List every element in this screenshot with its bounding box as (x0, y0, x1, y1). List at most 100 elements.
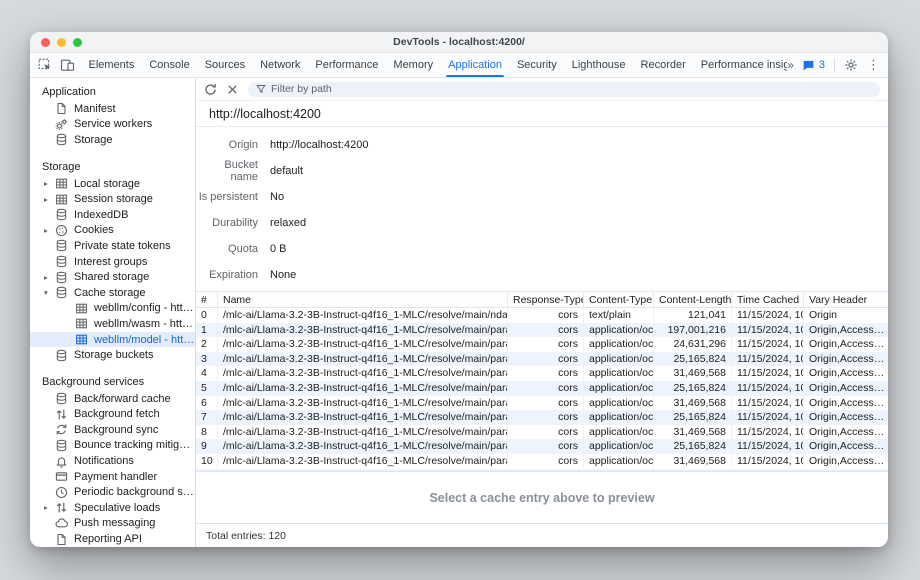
sidebar-item-indexeddb[interactable]: IndexedDB (30, 207, 195, 223)
sidebar-item-webllm-config[interactable]: webllm/config - http://loc… (30, 301, 195, 317)
sidebar-item-webllm-wasm[interactable]: webllm/wasm - http://loca… (30, 316, 195, 332)
sidebar-item-periodic-background-sync[interactable]: Periodic background sync (30, 484, 195, 500)
more-tabs-icon[interactable]: » (787, 58, 793, 72)
column-header-time-cached[interactable]: Time Cached (732, 292, 804, 307)
metadata-label: Expiration (196, 269, 258, 281)
tab-sources[interactable]: Sources (197, 53, 252, 77)
sidebar-item-background-sync[interactable]: Background sync (30, 422, 195, 438)
cell-time-cached: 11/15/2024, 10… (732, 308, 804, 323)
sidebar-item-background-fetch[interactable]: Background fetch (30, 407, 195, 423)
chevron-right-icon[interactable]: ▸ (44, 503, 55, 512)
chevron-right-icon[interactable]: ▸ (44, 273, 55, 282)
device-toolbar-icon[interactable] (60, 58, 75, 73)
sync-icon (55, 423, 68, 436)
sidebar-item-label: Storage (74, 134, 113, 146)
filter-by-path-input[interactable] (271, 83, 872, 95)
message-bubble-icon (802, 59, 815, 72)
tab-performance-insights[interactable]: Performance insights (693, 53, 787, 77)
column-header-vary-header[interactable]: Vary Header (804, 292, 888, 307)
tab-label: Performance insights (701, 59, 787, 71)
sidebar-item-cache-storage[interactable]: ▾Cache storage (30, 285, 195, 301)
chevron-down-icon[interactable]: ▾ (44, 288, 55, 297)
sidebar-item-payment-handler[interactable]: Payment handler (30, 469, 195, 485)
sidebar-item-notifications[interactable]: Notifications (30, 453, 195, 469)
sidebar-item-cookies[interactable]: ▸Cookies (30, 223, 195, 239)
sidebar-section-background-services: Background servicesBack/forward cacheBac… (30, 374, 195, 547)
sidebar-item-storage-buckets[interactable]: Storage buckets (30, 347, 195, 363)
sidebar-item-webllm-model[interactable]: webllm/model - http://loc… (30, 332, 195, 348)
table-row[interactable]: 5/mlc-ai/Llama-3.2-3B-Instruct-q4f16_1-M… (196, 381, 888, 396)
minimize-window-button[interactable] (57, 38, 66, 47)
kebab-menu-icon[interactable]: ⋮ (867, 57, 880, 73)
sidebar-item-speculative-loads[interactable]: ▸ Speculative loads (30, 500, 195, 516)
refresh-icon[interactable] (204, 83, 217, 96)
metadata-label: Origin (196, 139, 258, 151)
tab-performance[interactable]: Performance (308, 53, 386, 77)
sidebar-item-storage[interactable]: Storage (30, 132, 195, 148)
close-window-button[interactable] (41, 38, 50, 47)
tab-lighthouse[interactable]: Lighthouse (564, 53, 633, 77)
table-row[interactable]: 3/mlc-ai/Llama-3.2-3B-Instruct-q4f16_1-M… (196, 352, 888, 367)
inspect-element-icon[interactable] (38, 58, 53, 73)
zoom-window-button[interactable] (73, 38, 82, 47)
sidebar-item-service-workers[interactable]: Service workers (30, 117, 195, 133)
column-header-response-type[interactable]: Response-Type (508, 292, 584, 307)
clock-icon (55, 486, 68, 499)
table-row[interactable]: 9/mlc-ai/Llama-3.2-3B-Instruct-q4f16_1-M… (196, 439, 888, 454)
table-row[interactable]: 10/mlc-ai/Llama-3.2-3B-Instruct-q4f16_1-… (196, 454, 888, 469)
column-header-content-type[interactable]: Content-Type (584, 292, 654, 307)
sidebar-item-label: Session storage (74, 193, 153, 205)
chevron-right-icon[interactable]: ▸ (44, 179, 55, 188)
table-row[interactable]: 6/mlc-ai/Llama-3.2-3B-Instruct-q4f16_1-M… (196, 396, 888, 411)
origin-section-header: http://localhost:4200 (196, 101, 888, 127)
cell-content-type: text/plain (584, 308, 654, 323)
tab-memory[interactable]: Memory (386, 53, 441, 77)
tab-console[interactable]: Console (142, 53, 197, 77)
sidebar-item-manifest[interactable]: Manifest (30, 101, 195, 117)
settings-gear-icon[interactable] (844, 58, 858, 72)
sidebar-item-label: Speculative loads (74, 502, 160, 514)
cell-vary-header: Origin,Access… (804, 425, 888, 440)
column-header-name[interactable]: Name (218, 292, 508, 307)
sidebar-item-label: Bounce tracking mitigations (74, 439, 195, 451)
tab-application[interactable]: Application (441, 53, 510, 77)
chevron-right-icon[interactable]: ▸ (44, 226, 55, 235)
tab-label: Network (260, 59, 300, 71)
table-row[interactable]: 0/mlc-ai/Llama-3.2-3B-Instruct-q4f16_1-M… (196, 308, 888, 323)
cell-content-type: application/oc… (584, 352, 654, 367)
devtools-tabbar: ElementsConsole Sources Network Performance… (30, 53, 888, 78)
console-messages-button[interactable]: 3 (802, 59, 825, 72)
sidebar-item-shared-storage[interactable]: ▸Shared storage (30, 269, 195, 285)
sidebar-item-private-state-tokens[interactable]: Private state tokens (30, 238, 195, 254)
sidebar-item-reporting-api[interactable]: Reporting API (30, 531, 195, 547)
document-icon (55, 102, 68, 115)
sidebar-item-push-messaging[interactable]: Push messaging (30, 516, 195, 532)
close-icon[interactable] (226, 83, 239, 96)
sidebar-item-local-storage[interactable]: ▸Local storage (30, 176, 195, 192)
column-header-index[interactable]: # (196, 292, 218, 307)
tab-elements[interactable]: Elements (81, 53, 142, 77)
sidebar-item-bounce-tracking-mitigations[interactable]: Bounce tracking mitigations (30, 438, 195, 454)
tab-label: Sources (205, 59, 245, 71)
window-title: DevTools - localhost:4200/ (30, 32, 888, 53)
table-row[interactable]: 4/mlc-ai/Llama-3.2-3B-Instruct-q4f16_1-M… (196, 366, 888, 381)
service-workers-icon (55, 118, 68, 131)
cell-time-cached: 11/15/2024, 10… (732, 323, 804, 338)
cell-index: 2 (196, 337, 218, 352)
chevron-right-icon[interactable]: ▸ (44, 195, 55, 204)
cell-response-type: cors (508, 381, 584, 396)
table-row[interactable]: 8/mlc-ai/Llama-3.2-3B-Instruct-q4f16_1-M… (196, 425, 888, 440)
tab-network[interactable]: Network (253, 53, 308, 77)
table-row[interactable]: 2/mlc-ai/Llama-3.2-3B-Instruct-q4f16_1-M… (196, 337, 888, 352)
tab-recorder[interactable]: Recorder (633, 53, 693, 77)
column-header-content-length[interactable]: Content-Length (654, 292, 732, 307)
sidebar-item-label: webllm/wasm - http://loca… (94, 318, 195, 330)
sidebar-item-session-storage[interactable]: ▸ Session storage (30, 191, 195, 207)
tab-security[interactable]: Security (509, 53, 564, 77)
table-row[interactable]: 7/mlc-ai/Llama-3.2-3B-Instruct-q4f16_1-M… (196, 410, 888, 425)
sidebar-item-back-forward-cache[interactable]: Back/forward cache (30, 391, 195, 407)
cell-content-length: 31,469,568 (654, 396, 732, 411)
table-row[interactable]: 1/mlc-ai/Llama-3.2-3B-Instruct-q4f16_1-M… (196, 323, 888, 338)
sidebar-item-interest-groups[interactable]: Interest groups (30, 254, 195, 270)
cell-time-cached: 11/15/2024, 10… (732, 337, 804, 352)
